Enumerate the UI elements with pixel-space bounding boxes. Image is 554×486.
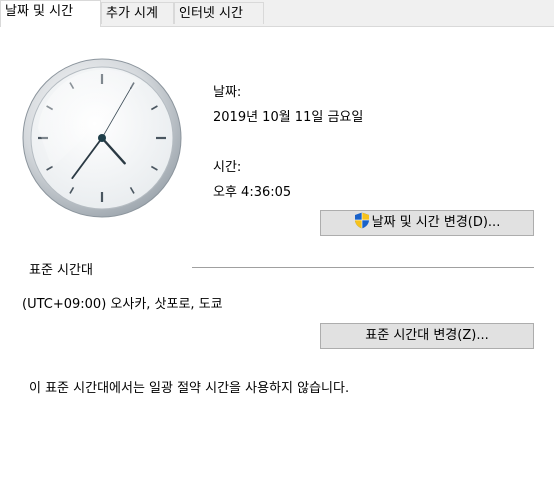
change-timezone-label: 표준 시간대 변경(Z)... [365, 328, 489, 343]
tab-strip: 날짜 및 시간 추가 시계 인터넷 시간 [0, 0, 554, 27]
tab-label: 추가 시계 [106, 6, 158, 21]
date-value: 2019년 10월 11일 금요일 [213, 110, 364, 125]
date-time-panel: 날짜: 2019년 10월 11일 금요일 시간: 오후 4:36:05 날짜 … [0, 26, 554, 486]
timezone-value: (UTC+09:00) 오사카, 삿포로, 도쿄 [22, 297, 223, 312]
analog-clock [22, 58, 182, 218]
tab-internet-time[interactable]: 인터넷 시간 [174, 2, 264, 24]
tab-additional-clocks[interactable]: 추가 시계 [101, 2, 174, 24]
tab-label: 날짜 및 시간 [5, 4, 74, 19]
dst-note: 이 표준 시간대에서는 일광 절약 시간을 사용하지 않습니다. [29, 381, 350, 396]
uac-shield-icon [354, 212, 369, 229]
change-timezone-button[interactable]: 표준 시간대 변경(Z)... [320, 323, 534, 349]
change-date-time-button[interactable]: 날짜 및 시간 변경(D)... [320, 210, 534, 236]
tab-date-and-time[interactable]: 날짜 및 시간 [0, 0, 101, 27]
tab-label: 인터넷 시간 [179, 6, 243, 21]
timezone-section-label: 표준 시간대 [29, 263, 93, 278]
change-date-time-label: 날짜 및 시간 변경(D)... [371, 215, 501, 230]
timezone-section-divider [192, 267, 534, 268]
time-label: 시간: [213, 160, 242, 175]
date-label: 날짜: [213, 85, 242, 100]
clock-center-pin [98, 134, 106, 142]
time-value: 오후 4:36:05 [213, 185, 292, 200]
